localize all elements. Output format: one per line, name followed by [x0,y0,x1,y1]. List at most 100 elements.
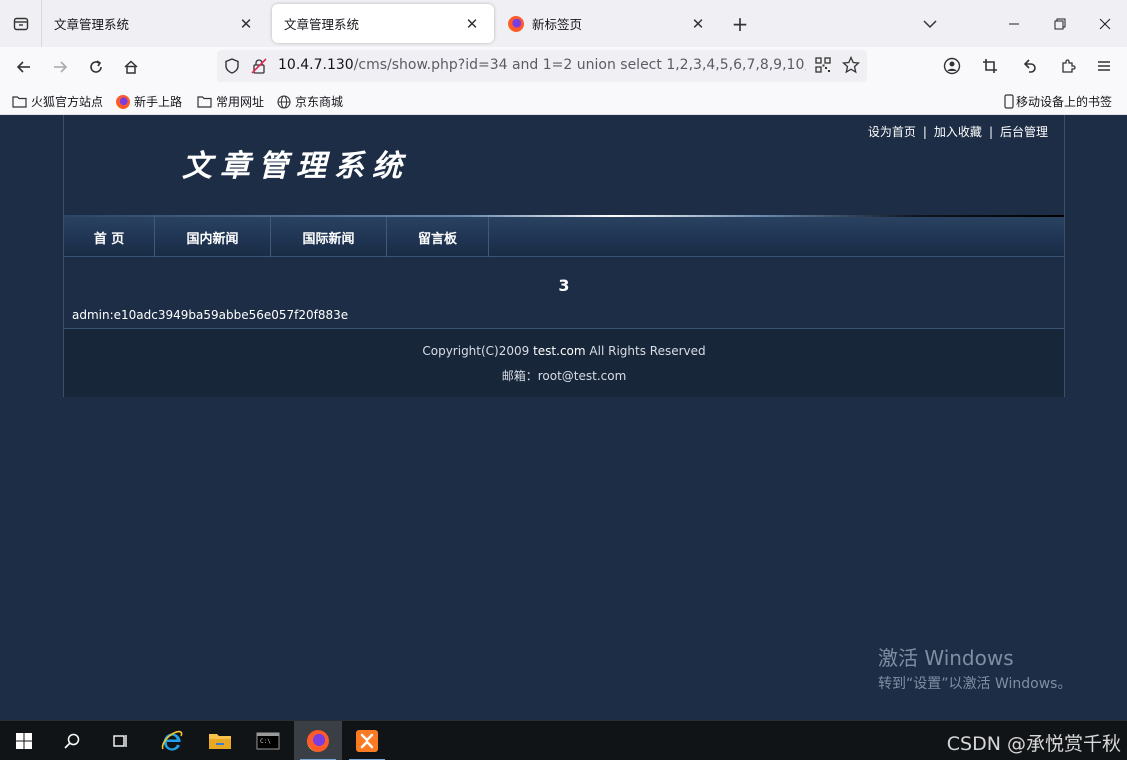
arrow-right-icon [54,61,68,73]
chevron-down-icon [923,20,937,29]
firefox-icon [307,730,329,752]
screenshot-button[interactable] [976,52,1004,80]
folder-icon [197,95,212,108]
footer-email: 邮箱：root@test.com [501,369,627,383]
bookmark-firefox-site[interactable]: 火狐官方站点 [12,93,103,110]
task-view-button[interactable] [96,721,144,760]
close-tab-icon[interactable]: ✕ [462,14,482,34]
copyright-suffix: All Rights Reserved [585,344,706,358]
url-text[interactable]: 10.4.7.130/cms/show.php?id=34 and 1=2 un… [278,57,806,73]
firefox-icon [508,15,524,32]
menu-button[interactable] [1090,52,1118,80]
bookmark-label: 新手上路 [134,95,183,109]
mobile-bookmarks[interactable]: 移动设备上的书签 [1004,93,1112,110]
close-window-button[interactable] [1082,0,1127,47]
back-button[interactable] [10,53,38,81]
article-content: 3 admin:e10adc3949ba59abbe56e057f20f883e [64,258,1064,328]
restore-icon [1054,18,1066,29]
xampp-taskbar-button[interactable] [343,721,391,760]
command-prompt-button[interactable]: C:\ [244,721,292,760]
firefox-view-button[interactable] [0,0,42,47]
csdn-watermark: CSDN @承悦赏千秋 [946,733,1121,755]
windows-logo-icon [16,733,32,749]
windows-taskbar: C:\ CSDN @承悦赏千秋 [0,720,1127,760]
reload-button[interactable] [82,53,110,81]
firefox-view-icon [13,17,28,30]
minimize-icon [1009,23,1019,24]
folder-icon [12,95,27,108]
home-icon [124,60,138,74]
site-header: 设为首页 | 加入收藏 | 后台管理 文章管理系统 [64,115,1064,217]
menu-item-guestbook[interactable]: 留言板 [387,217,489,257]
watermark-title: 激活 Windows [878,646,1014,670]
copyright-prefix: Copyright(C)2009 [422,344,534,358]
separator: | [988,125,993,139]
url-host: 10.4.7.130 [278,57,354,73]
firefox-taskbar-button[interactable] [294,721,342,760]
file-explorer-button[interactable] [196,721,244,760]
bookmark-label: 京东商城 [295,95,344,109]
forward-button[interactable] [46,53,74,81]
bookmark-label: 移动设备上的书签 [1016,95,1113,109]
windows-activation-watermark: 激活 Windows 转到“设置”以激活 Windows。 [878,642,1071,693]
internet-explorer-button[interactable] [148,721,196,760]
article-body: admin:e10adc3949ba59abbe56e057f20f883e [72,308,349,322]
task-view-icon [113,735,127,747]
search-button[interactable] [48,721,96,760]
separator: | [922,125,927,139]
close-icon [1099,18,1111,29]
menu-item-home[interactable]: 首 页 [64,217,155,257]
shield-icon[interactable] [223,57,241,79]
tab-1[interactable]: 文章管理系统 ✕ [42,4,268,43]
bookmark-getting-started[interactable]: 新手上路 [116,93,182,110]
copyright-line: Copyright(C)2009 test.com All Rights Res… [64,344,1064,358]
tab-3[interactable]: 新标签页 ✕ [496,4,720,43]
footer-domain: test.com [533,344,586,358]
set-homepage-link[interactable]: 设为首页 [868,125,916,139]
terminal-icon: C:\ [256,732,280,750]
svg-text:C:\: C:\ [260,738,271,745]
tab-title: 文章管理系统 [54,17,130,32]
menu-item-international-news[interactable]: 国际新闻 [271,217,387,257]
qr-code-icon[interactable] [815,57,831,77]
tab-2-active[interactable]: 文章管理系统 ✕ [272,4,494,43]
top-links: 设为首页 | 加入收藏 | 后台管理 [868,123,1048,140]
article-title: 3 [558,276,570,295]
add-favorite-link[interactable]: 加入收藏 [934,125,982,139]
minimize-button[interactable] [991,0,1037,47]
close-tab-icon[interactable]: ✕ [236,14,256,34]
close-tab-icon[interactable]: ✕ [688,14,708,34]
tab-title: 新标签页 [532,17,583,32]
restore-button[interactable] [1037,0,1083,47]
arrow-left-icon [16,61,30,73]
site-footer: Copyright(C)2009 test.com All Rights Res… [64,328,1064,397]
account-button[interactable] [938,52,966,80]
bookmark-label: 火狐官方站点 [31,95,104,109]
folder-icon [209,734,231,749]
bookmark-jd[interactable]: 京东商城 [277,93,343,110]
reload-icon [90,60,102,73]
url-path: /cms/show.php?id=34 and 1=2 union select… [353,57,806,73]
bookmarks-toolbar: 火狐官方站点 新手上路 常用网址 京东商城 移动设备上的书签 [0,87,1127,115]
extensions-button[interactable] [1054,52,1082,80]
tab-title: 文章管理系统 [284,17,360,32]
bookmark-star-icon[interactable] [841,55,861,78]
watermark-subtitle: 转到“设置”以激活 Windows。 [878,676,1072,692]
admin-link[interactable]: 后台管理 [1000,125,1048,139]
globe-icon [277,94,291,109]
hamburger-menu-icon [1098,61,1110,71]
list-all-tabs-button[interactable] [918,12,942,36]
url-bar[interactable]: 10.4.7.130/cms/show.php?id=34 and 1=2 un… [217,50,867,82]
home-button[interactable] [117,53,145,81]
start-button[interactable] [0,721,48,760]
bookmark-common-sites[interactable]: 常用网址 [197,93,264,110]
new-tab-button[interactable]: + [728,12,752,36]
internet-explorer-icon [161,730,183,751]
puzzle-piece-icon [1062,59,1076,73]
undo-button[interactable] [1015,52,1043,80]
bookmark-label: 常用网址 [216,95,265,109]
menu-item-domestic-news[interactable]: 国内新闻 [155,217,271,257]
search-icon [64,733,80,749]
insecure-lock-icon[interactable] [250,57,268,79]
phone-icon [1004,94,1014,109]
